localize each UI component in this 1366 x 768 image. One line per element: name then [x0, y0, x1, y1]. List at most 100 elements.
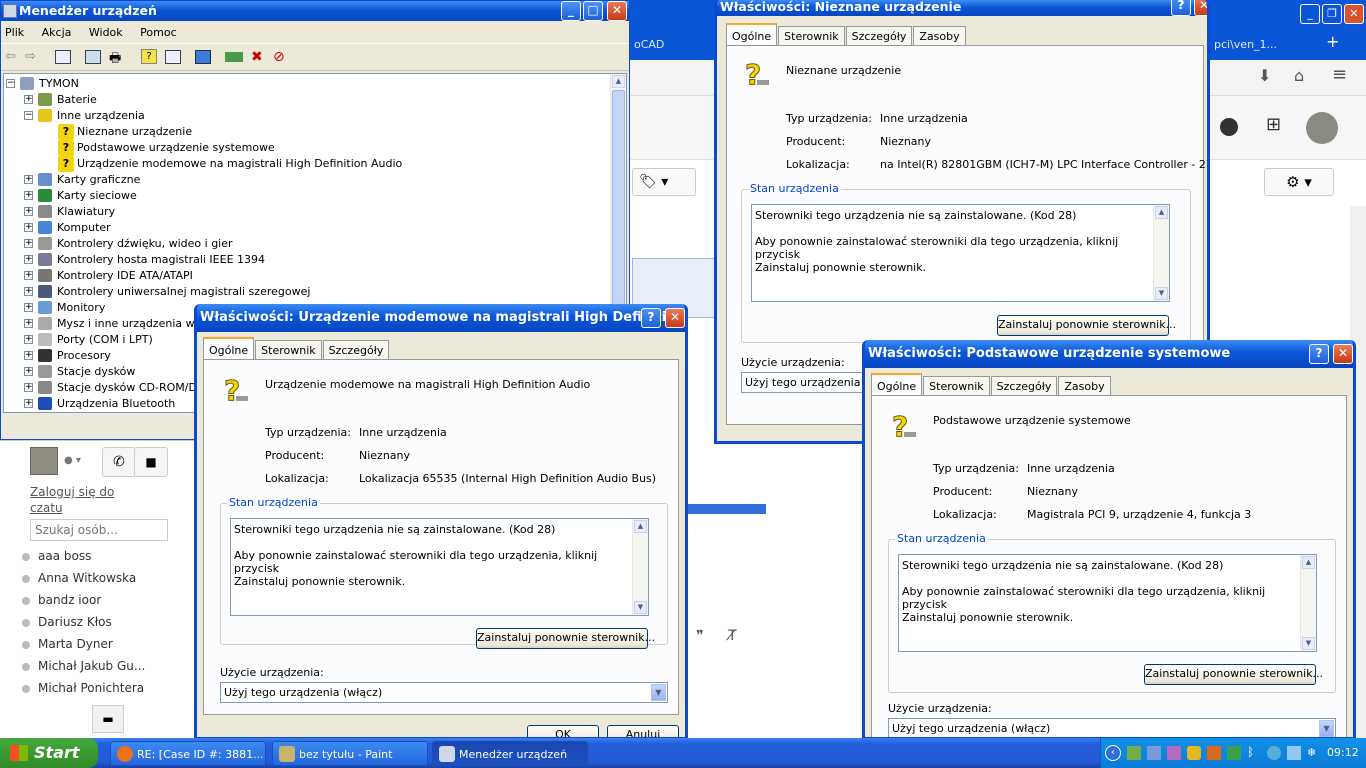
browser-tab-label[interactable]: oCAD	[634, 38, 664, 51]
notification-icon[interactable]	[1220, 118, 1238, 136]
properties-icon[interactable]	[85, 50, 101, 64]
scan-icon[interactable]	[195, 50, 211, 64]
menu-pomoc[interactable]: Pomoc	[140, 26, 176, 39]
collapse-icon[interactable]: −	[24, 111, 33, 120]
expand-icon[interactable]: +	[24, 223, 33, 232]
expand-icon[interactable]: +	[24, 399, 33, 408]
close-button[interactable]: ✕	[665, 308, 685, 328]
people-search-input[interactable]	[30, 519, 168, 541]
chat-avatar[interactable]	[30, 447, 58, 475]
tray-bluetooth-icon[interactable]: ᛒ	[1247, 745, 1254, 759]
expand-icon[interactable]: +	[24, 95, 33, 104]
tab-driver[interactable]: Sterownik	[255, 340, 322, 359]
tray-network-icon[interactable]	[1127, 746, 1141, 760]
tray-display-icon[interactable]	[1167, 746, 1181, 760]
browser-tab-right-label[interactable]: pci\ven_1...	[1214, 38, 1277, 51]
tab-details[interactable]: Szczegóły	[322, 340, 390, 359]
device-status-text[interactable]: Sterowniki tego urządzenia nie są zainst…	[230, 518, 649, 616]
view-icon[interactable]	[165, 50, 181, 64]
device-manager-titlebar[interactable]: Menedżer urządzeń	[1, 1, 629, 21]
minimize-button[interactable]: _	[561, 1, 581, 21]
taskbar-item-device-manager[interactable]: Menedżer urządzeń	[432, 741, 588, 766]
chevron-down-icon[interactable]: ▼	[651, 684, 666, 701]
quote-icon[interactable]: ❞	[696, 628, 704, 644]
tray-app-icon[interactable]	[1227, 746, 1241, 760]
download-icon[interactable]: ⬇	[1258, 66, 1271, 85]
expand-icon[interactable]: +	[24, 303, 33, 312]
contact-item[interactable]: Anna Witkowska	[21, 571, 136, 585]
chevron-down-icon[interactable]: ▼	[1319, 720, 1334, 737]
tab-details[interactable]: Szczegóły	[845, 26, 913, 45]
uninstall-icon[interactable]: ⊘	[273, 49, 285, 65]
tray-volume-icon[interactable]	[1147, 746, 1161, 760]
tray-extra-icon[interactable]	[1267, 746, 1281, 760]
new-tab-icon[interactable]: +	[1326, 32, 1339, 51]
contact-item[interactable]: Michał Jakub Gu...	[21, 659, 145, 673]
settings-dropdown[interactable]: ⚙ ▾	[1264, 168, 1334, 196]
tab-resources[interactable]: Zasoby	[913, 26, 966, 45]
disable-icon[interactable]: ✖	[251, 49, 263, 65]
avatar[interactable]	[1306, 112, 1338, 144]
print-icon[interactable]: 🖶	[109, 49, 121, 71]
tab-general[interactable]: Ogólne	[203, 337, 255, 359]
help-button[interactable]: ?	[641, 308, 661, 328]
tab-general[interactable]: Ogólne	[726, 23, 778, 45]
device-usage-select[interactable]: Użyj tego urządzenia (włącz) ▼	[888, 718, 1336, 737]
back-icon[interactable]: ⇦	[5, 49, 16, 64]
contact-item[interactable]: Dariusz Kłos	[22, 615, 112, 629]
device-status-text[interactable]: Sterowniki tego urządzenia nie są zainst…	[751, 204, 1170, 302]
device-status-text[interactable]: Sterowniki tego urządzenia nie są zainst…	[898, 554, 1317, 652]
close-button[interactable]: ✕	[1333, 344, 1353, 364]
update-driver-icon[interactable]	[225, 52, 243, 62]
reinstall-driver-button[interactable]: Zainstaluj ponownie sterownik...	[997, 315, 1176, 336]
expand-icon[interactable]: +	[24, 383, 33, 392]
expand-icon[interactable]: +	[24, 175, 33, 184]
tab-driver[interactable]: Sterownik	[923, 376, 990, 395]
tray-extra3-icon[interactable]: ❄	[1307, 746, 1316, 759]
device-usage-select[interactable]: Użyj tego urządzenia (włącz) ▼	[220, 682, 668, 703]
menu-plik[interactable]: Plik	[5, 26, 24, 39]
reinstall-driver-button[interactable]: Zainstaluj ponownie sterownik...	[476, 628, 655, 649]
close-button[interactable]: ✕	[607, 1, 627, 21]
expand-icon[interactable]: +	[24, 335, 33, 344]
tab-details[interactable]: Szczegóły	[990, 376, 1058, 395]
expand-icon[interactable]: +	[24, 255, 33, 264]
menu-akcja[interactable]: Akcja	[42, 26, 72, 39]
clear-format-icon[interactable]: T̸	[728, 628, 737, 644]
maximize-button[interactable]: □	[583, 1, 603, 21]
menu-icon[interactable]: ≡	[1332, 64, 1347, 85]
tray-expand-icon[interactable]: ‹	[1105, 745, 1121, 761]
expand-icon[interactable]: +	[24, 207, 33, 216]
system-dialog-titlebar[interactable]: Właściwości: Podstawowe urządzenie syste…	[865, 340, 1353, 368]
expand-icon[interactable]: +	[24, 239, 33, 248]
call-button[interactable]: ✆	[102, 447, 136, 477]
menu-widok[interactable]: Widok	[89, 26, 123, 39]
expand-icon[interactable]: +	[24, 287, 33, 296]
tray-update-icon[interactable]	[1207, 746, 1221, 760]
chat-bottom-button[interactable]: ▬	[92, 705, 124, 733]
start-button[interactable]: Start	[0, 738, 98, 768]
contact-item[interactable]: Michał Ponichtera	[21, 681, 144, 695]
taskbar-item-paint[interactable]: bez tytułu - Paint	[272, 741, 428, 766]
expand-icon[interactable]: +	[24, 271, 33, 280]
video-button[interactable]: ■	[134, 447, 168, 477]
restore-icon[interactable]: ❐	[1322, 4, 1342, 24]
tab-resources[interactable]: Zasoby	[1058, 376, 1111, 395]
close-icon[interactable]: ✕	[1344, 4, 1364, 24]
tray-security-icon[interactable]	[1187, 746, 1201, 760]
tab-driver[interactable]: Sterownik	[778, 26, 845, 45]
status-dropdown-icon[interactable]: ● ▾	[64, 455, 81, 466]
contact-item[interactable]: aaa boss	[21, 549, 91, 563]
status-scrollbar[interactable]: ▲ ▼	[1300, 555, 1316, 651]
add-icon[interactable]: ⊞	[1266, 114, 1281, 135]
chat-login-link[interactable]: Zaloguj się do czatu	[30, 484, 120, 516]
expand-icon[interactable]: +	[24, 367, 33, 376]
expand-icon[interactable]: +	[24, 191, 33, 200]
collapse-icon[interactable]: −	[6, 79, 15, 88]
expand-icon[interactable]: +	[24, 351, 33, 360]
tag-dropdown[interactable]: 🏷 ▾	[632, 168, 696, 196]
tab-general[interactable]: Ogólne	[871, 373, 923, 395]
up-icon[interactable]	[55, 50, 71, 64]
home-icon[interactable]: ⌂	[1294, 66, 1304, 85]
help-button[interactable]: ?	[1171, 0, 1191, 16]
